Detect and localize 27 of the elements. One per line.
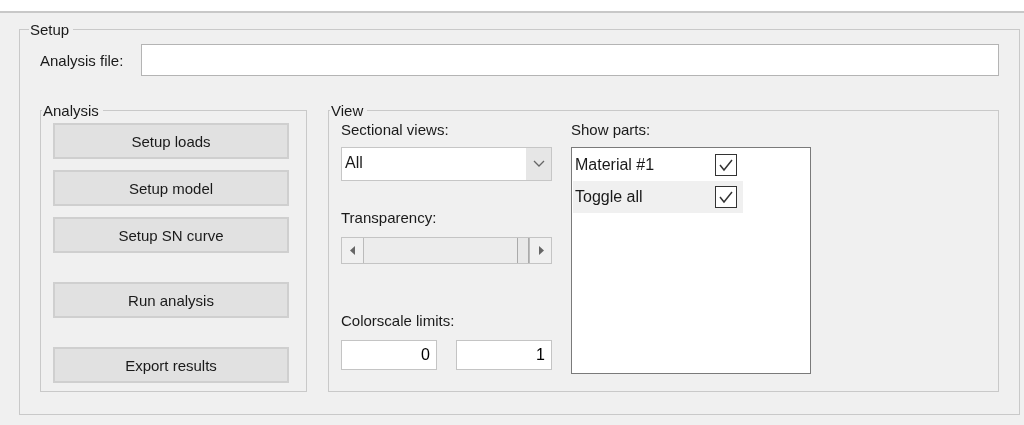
transparency-slider[interactable]	[341, 237, 552, 264]
chevron-down-icon	[532, 160, 545, 168]
checkmark-icon	[718, 158, 734, 172]
action-button[interactable]: Run analysis	[53, 282, 289, 318]
field-label: Sectional views:	[341, 121, 450, 138]
analysis-file-field[interactable]	[141, 44, 999, 76]
sectional-views-dropdown[interactable]: All	[341, 147, 552, 181]
action-button[interactable]: Setup loads	[53, 123, 289, 159]
action-button[interactable]: Export results	[53, 347, 289, 383]
action-button[interactable]: Setup model	[53, 170, 289, 206]
group-title: Analysis	[42, 102, 100, 119]
right-arrow-icon[interactable]	[537, 246, 544, 255]
field-label: Transparency:	[341, 209, 438, 226]
checkbox[interactable]	[715, 186, 737, 208]
field-label: Show parts:	[571, 121, 652, 138]
min-limit-field[interactable]: 0	[341, 340, 437, 370]
checkbox[interactable]	[715, 154, 737, 176]
field-label: Colorscale limits:	[341, 312, 456, 329]
left-arrow-icon[interactable]	[349, 246, 356, 255]
max-limit-field[interactable]: 1	[456, 340, 552, 370]
slider-thumb[interactable]	[517, 238, 529, 263]
checkmark-icon	[718, 190, 734, 204]
group-title: Setup	[29, 21, 71, 38]
action-button[interactable]: Setup SN curve	[53, 217, 289, 253]
part-label[interactable]: Material #1	[575, 156, 655, 174]
group-title: View	[330, 102, 365, 119]
field-label: Analysis file:	[40, 51, 124, 69]
